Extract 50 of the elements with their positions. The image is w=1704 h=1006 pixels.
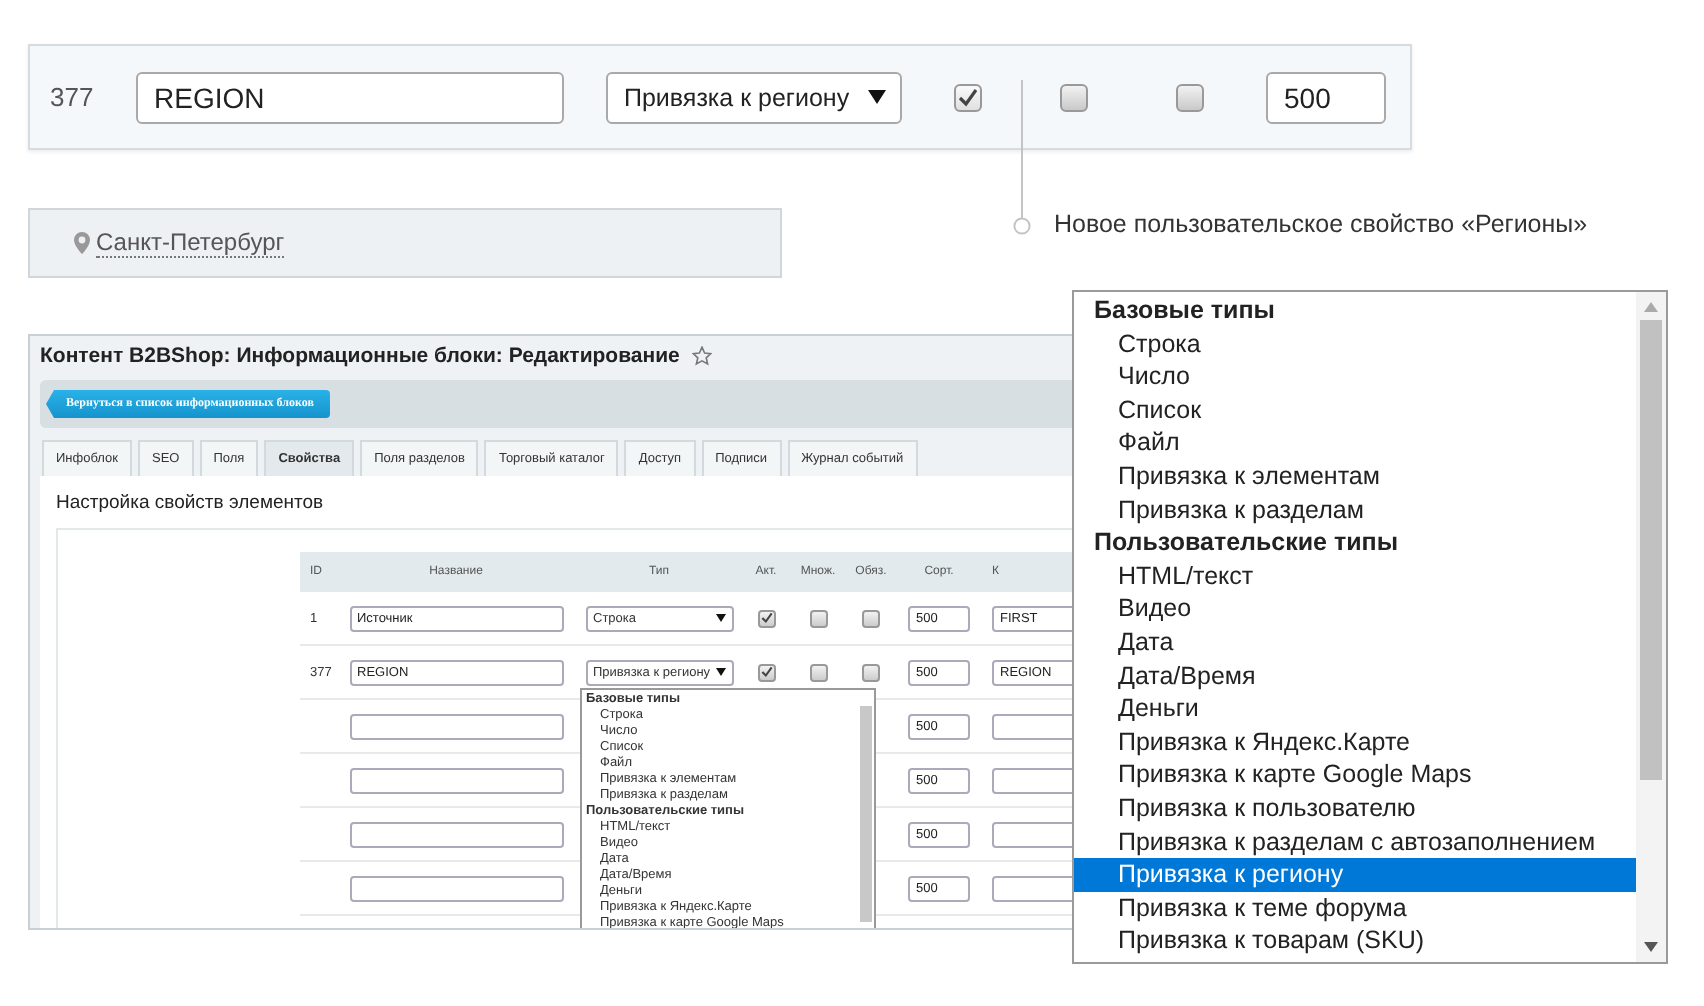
- dropdown-option[interactable]: Привязка к Яндекс.Карте: [1074, 725, 1636, 759]
- dropdown-option[interactable]: Привязка к разделам с автозаполнением: [1074, 825, 1636, 859]
- dropdown-option[interactable]: Видео: [1074, 592, 1636, 626]
- checkbox[interactable]: [954, 83, 982, 111]
- scroll-up-icon[interactable]: [1644, 302, 1658, 312]
- option-group-label: Пользовательские типы: [1092, 526, 1400, 560]
- name-field[interactable]: REGION: [136, 71, 564, 123]
- option-group-label: Базовые типы: [1092, 294, 1277, 328]
- caret-icon: [715, 668, 725, 676]
- checkbox[interactable]: [1060, 83, 1088, 111]
- dropdown-option[interactable]: Дата: [1074, 625, 1636, 660]
- checkbox[interactable]: [757, 609, 775, 627]
- dropdown-option[interactable]: Файл: [1074, 426, 1636, 460]
- caret-icon: [868, 90, 886, 104]
- type-select[interactable]: Привязка к региону: [606, 71, 902, 123]
- dropdown-option[interactable]: Деньги: [1074, 692, 1636, 726]
- name-field[interactable]: [349, 875, 563, 901]
- dropdown-option[interactable]: Число: [1074, 360, 1636, 394]
- checkbox[interactable]: [862, 609, 880, 627]
- name-field[interactable]: [349, 767, 563, 793]
- page-title: Контент B2BShop: Информационные блоки: Редактирование: [40, 344, 680, 368]
- dropdown-option[interactable]: Привязка к пользователю: [1074, 791, 1636, 825]
- scroll-down-icon[interactable]: [1644, 942, 1658, 952]
- scrollbar[interactable]: [860, 706, 872, 922]
- dropdown-option[interactable]: Список: [1074, 393, 1636, 427]
- sort-field[interactable]: 500: [1266, 71, 1386, 123]
- checkbox[interactable]: [862, 663, 880, 681]
- caret-icon: [715, 614, 725, 622]
- dropdown-option[interactable]: Дата/Время: [1074, 659, 1636, 693]
- dropdown-option[interactable]: Привязка к товарам (SKU): [1074, 924, 1636, 958]
- section-title: Настройка свойств элементов: [56, 492, 326, 514]
- map-pin-icon: [74, 232, 90, 254]
- dropdown-option[interactable]: HTML/текст: [1074, 559, 1636, 593]
- scrollbar-thumb[interactable]: [1640, 320, 1662, 780]
- property-id: 377: [50, 82, 96, 112]
- dropdown-option[interactable]: Привязка к региону: [1074, 858, 1636, 892]
- checkbox[interactable]: [809, 609, 827, 627]
- checkbox[interactable]: [757, 663, 775, 681]
- dropdown-option[interactable]: Привязка к карте Google Maps: [1074, 758, 1636, 792]
- name-field[interactable]: [349, 713, 563, 739]
- dropdown-option[interactable]: Привязка к теме форума: [1074, 891, 1636, 925]
- name-field[interactable]: [349, 821, 563, 847]
- dropdown-option[interactable]: Строка: [1074, 327, 1636, 361]
- star-icon[interactable]: [691, 346, 712, 366]
- annotation-text: Новое пользовательское свойство «Регионы»: [1054, 210, 1588, 238]
- checkbox[interactable]: [809, 663, 827, 681]
- dropdown-option[interactable]: Привязка к элементам: [1074, 459, 1636, 494]
- checkbox[interactable]: [1176, 83, 1204, 111]
- city-link[interactable]: Санкт-Петербург: [96, 229, 285, 257]
- dropdown-option[interactable]: Привязка к разделам: [1074, 493, 1636, 527]
